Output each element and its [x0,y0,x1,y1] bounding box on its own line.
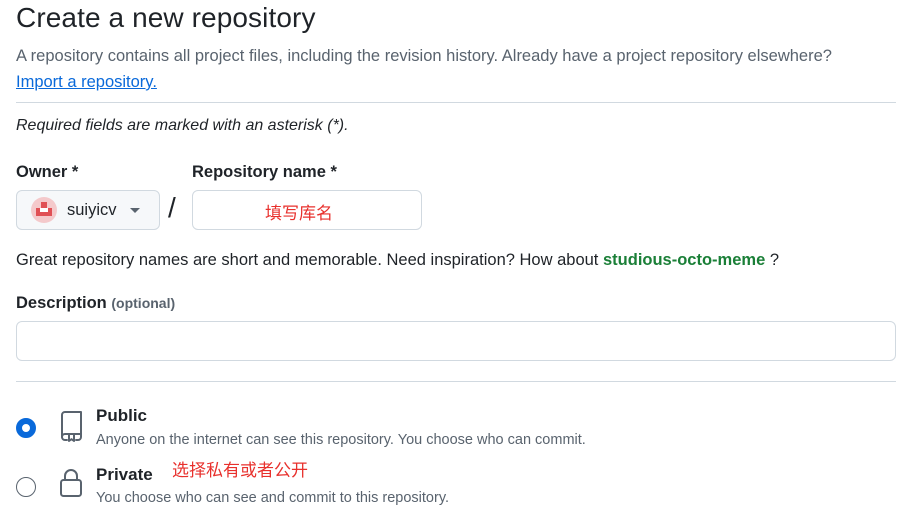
hint-end: ? [769,251,780,269]
owner-dropdown-button[interactable]: suiyicv [16,190,160,230]
page-subtitle: A repository contains all project files,… [16,43,896,95]
section-divider [16,381,896,382]
description-label-text: Description [16,294,107,312]
repo-icon [61,411,82,442]
private-radio[interactable] [16,477,36,497]
owner-name: suiyicv [67,200,117,219]
repo-name-hint: Great repository names are short and mem… [16,251,779,270]
repo-name-annotation: 填写库名 [265,204,333,224]
section-divider [16,102,896,103]
chevron-down-icon [129,207,140,213]
private-title: Private [96,465,153,484]
import-repository-link[interactable]: Import a repository. [16,73,157,91]
owner-label: Owner * [16,163,79,181]
repo-name-label: Repository name * [192,163,337,181]
optional-tag: (optional) [111,295,176,311]
avatar [31,197,57,223]
public-title: Public [96,406,148,425]
visibility-annotation: 选择私有或者公开 [172,461,308,481]
required-fields-note: Required fields are marked with an aster… [16,117,349,134]
private-description: You choose who can see and commit to thi… [96,490,450,506]
lock-icon [60,469,82,497]
hint-text: Great repository names are short and mem… [16,251,599,269]
owner-repo-separator: / [168,192,176,223]
subtitle-text: A repository contains all project files,… [16,47,832,65]
description-label: Description (optional) [16,294,175,313]
public-radio[interactable] [16,418,36,438]
public-description: Anyone on the internet can see this repo… [96,432,586,448]
name-suggestion-button[interactable]: studious-octo-meme [603,251,765,269]
page-title: Create a new repository [16,2,316,33]
description-input[interactable] [16,321,896,361]
